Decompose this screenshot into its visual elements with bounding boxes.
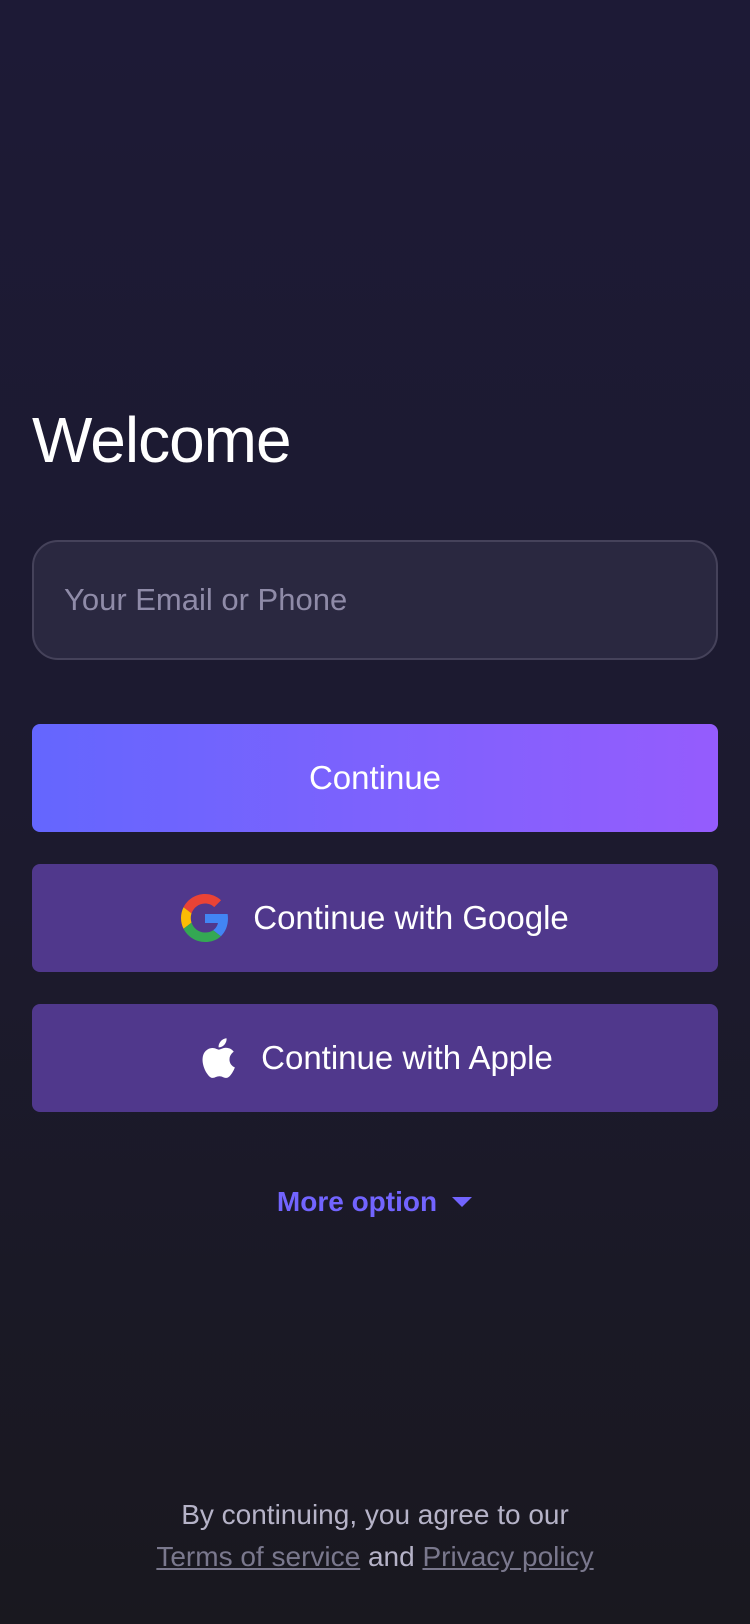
continue-button-label: Continue bbox=[308, 759, 442, 796]
legal-links: Terms of service and Privacy policy bbox=[0, 1536, 750, 1578]
continue-with-google-label: Continue with Google bbox=[253, 899, 569, 936]
legal-notice: By continuing, you agree to our Terms of… bbox=[0, 1494, 750, 1578]
caret-down-icon bbox=[451, 1195, 473, 1209]
continue-with-google-button[interactable]: Continue with Google bbox=[32, 864, 718, 972]
continue-button[interactable]: Continue bbox=[32, 724, 718, 832]
legal-and: and bbox=[367, 1541, 415, 1572]
apple-logo-icon bbox=[197, 1035, 237, 1081]
google-logo-icon bbox=[181, 894, 229, 942]
privacy-policy-link[interactable]: Privacy policy bbox=[422, 1541, 593, 1572]
continue-with-apple-label: Continue with Apple bbox=[261, 1039, 553, 1076]
email-phone-input[interactable] bbox=[34, 542, 716, 658]
more-option-toggle[interactable]: More option bbox=[0, 1186, 750, 1218]
legal-prefix: By continuing, you agree to our bbox=[181, 1499, 569, 1530]
page-title: Welcome bbox=[32, 404, 292, 476]
continue-with-apple-button[interactable]: Continue with Apple bbox=[32, 1004, 718, 1112]
terms-of-service-link[interactable]: Terms of service bbox=[156, 1541, 360, 1572]
email-phone-field[interactable] bbox=[32, 540, 718, 660]
more-option-label: More option bbox=[276, 1186, 438, 1217]
login-screen: Welcome Continue Continue with Google Co… bbox=[0, 0, 750, 1624]
